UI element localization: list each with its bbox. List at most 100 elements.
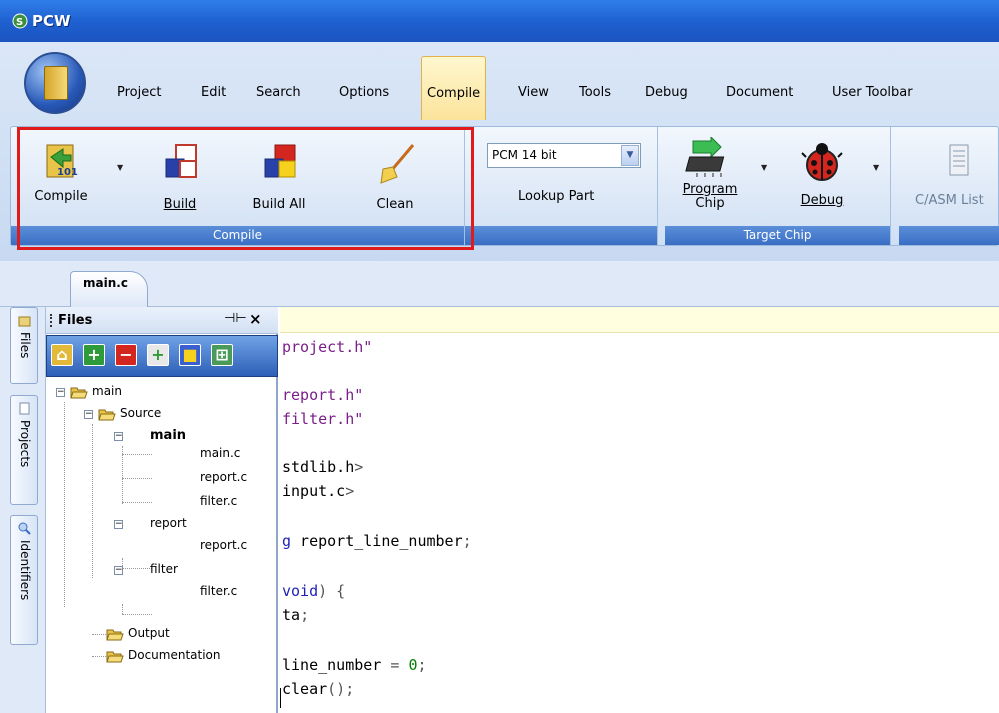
collapse-icon[interactable]: − (114, 566, 123, 575)
program-chip-label-1: Program (675, 183, 745, 197)
code-line-7: input.c> (282, 482, 354, 500)
device-combo[interactable]: PCM 14 bit ▼ (487, 143, 641, 168)
menu-project[interactable]: Project (117, 85, 161, 100)
code-line-12: ta; (282, 606, 310, 624)
tree-label: Output (128, 626, 170, 640)
code-editor[interactable]: project.h" report.h" filter.h" stdlib.h>… (280, 307, 999, 713)
folder-open-icon (98, 409, 116, 421)
compile-dropdown-arrow[interactable]: ▼ (117, 163, 123, 172)
drag-grip-icon[interactable] (50, 314, 53, 327)
tree-label: filter.c (200, 584, 238, 598)
listing-group-label (899, 226, 999, 245)
collapse-icon[interactable]: − (84, 410, 93, 419)
side-tab-identifiers-label: Identifiers (18, 540, 32, 601)
text-cursor (280, 688, 281, 708)
build-icon (165, 144, 197, 178)
debug-dropdown-arrow[interactable]: ▼ (873, 163, 879, 172)
tree-line (122, 614, 152, 615)
remove-file-icon[interactable]: − (115, 344, 137, 366)
menu-debug[interactable]: Debug (645, 85, 688, 100)
title-bar: S PCW (0, 0, 999, 42)
side-tab-identifiers[interactable]: Identifiers (10, 515, 38, 645)
build-label-text: Build (163, 197, 197, 212)
chevron-down-icon[interactable]: ▼ (621, 145, 639, 166)
collapse-icon[interactable]: − (56, 388, 65, 397)
side-tab-projects[interactable]: Projects (10, 395, 38, 505)
tree-label: filter (150, 562, 178, 576)
target-chip-group-label: Target Chip (665, 226, 890, 245)
tree-line (122, 568, 152, 569)
menu-compile[interactable]: Compile (421, 56, 487, 120)
program-chip-button[interactable]: Program Chip (675, 135, 745, 211)
svg-text:101: 101 (57, 167, 78, 178)
part-group-label (465, 226, 657, 245)
side-tab-files[interactable]: Files (10, 307, 38, 384)
tree-label: report (150, 516, 187, 530)
program-dropdown-arrow[interactable]: ▼ (761, 163, 767, 172)
c-asm-list-label: C/ASM List (915, 193, 984, 208)
tree-label: Documentation (128, 648, 221, 662)
build-all-button[interactable]: Build All (241, 141, 317, 212)
tree-label: main (150, 428, 187, 443)
tree-label: Source (120, 406, 162, 420)
application-icon (44, 66, 68, 100)
compile-label: Compile (34, 189, 88, 204)
close-icon[interactable]: × (249, 310, 262, 328)
pcw-app-icon: S (12, 13, 28, 29)
identifiers-tab-icon (18, 522, 31, 535)
files-tree: − main − Source − main main.c report.c f… (46, 382, 278, 702)
c-asm-list-button[interactable]: C/ASM List (909, 141, 999, 208)
code-line-4: filter.h" (282, 410, 364, 428)
debug-label-text: Debug (800, 193, 844, 208)
tree-line (122, 478, 152, 479)
build-all-icon (264, 144, 296, 178)
code-line-14: line_number = 0; (282, 656, 427, 674)
tree-label: main.c (200, 446, 241, 460)
tree-line (92, 424, 93, 578)
tree-line (122, 502, 152, 503)
menu-document[interactable]: Document (726, 85, 793, 100)
application-button[interactable] (24, 52, 86, 114)
menu-edit[interactable]: Edit (201, 85, 226, 100)
add-file-icon[interactable]: + (83, 344, 105, 366)
code-line-3: report.h" (282, 386, 364, 404)
listing-group: C/ASM List (899, 127, 999, 245)
files-panel-title: Files (58, 313, 93, 328)
new-file-icon[interactable]: + (147, 344, 169, 366)
compile-button[interactable]: 101 Compile (31, 139, 91, 204)
side-tab-files-label: Files (18, 332, 32, 359)
collapse-icon[interactable]: − (114, 432, 123, 441)
tab-main-c[interactable]: main.c (70, 271, 148, 307)
build-file-icon[interactable]: ■ (179, 344, 201, 366)
menu-row: Project Edit Search Options Compile View… (0, 42, 999, 120)
clean-button[interactable]: Clean (365, 141, 425, 212)
compile-icon: 101 (46, 144, 78, 178)
open-folder-icon[interactable]: ⌂ (51, 344, 73, 366)
tree-add-icon[interactable]: ⊞ (211, 344, 233, 366)
program-chip-icon (685, 135, 725, 177)
tree-line (122, 454, 152, 455)
clean-label: Clean (376, 197, 414, 212)
lookup-part-button[interactable]: Lookup Part (518, 189, 594, 204)
tree-label: filter.c (200, 494, 238, 508)
collapse-icon[interactable]: − (114, 520, 123, 529)
projects-tab-icon (19, 402, 30, 415)
pin-icon[interactable]: ⊣⊢ (224, 311, 247, 326)
build-button[interactable]: Build (149, 141, 211, 212)
menu-user-toolbar[interactable]: User Toolbar (832, 85, 913, 100)
folder-open-icon (106, 629, 124, 641)
code-punct: = (390, 656, 400, 674)
menu-search[interactable]: Search (256, 85, 301, 100)
debug-button[interactable]: Debug (795, 139, 849, 208)
compile-group: 101 Compile ▼ Build Build All Clean Comp… (11, 127, 465, 245)
menu-tools[interactable]: Tools (579, 85, 611, 100)
code-line-1: project.h" (282, 338, 373, 356)
side-tab-projects-label: Projects (18, 420, 32, 468)
menu-view[interactable]: View (518, 85, 549, 100)
program-label-text: Program (682, 182, 738, 197)
folder-open-icon (106, 651, 124, 663)
device-combo-value: PCM 14 bit (492, 148, 557, 162)
code-punct: ; (417, 656, 427, 674)
code-line-11: void) { (282, 582, 345, 600)
menu-options[interactable]: Options (339, 85, 389, 100)
